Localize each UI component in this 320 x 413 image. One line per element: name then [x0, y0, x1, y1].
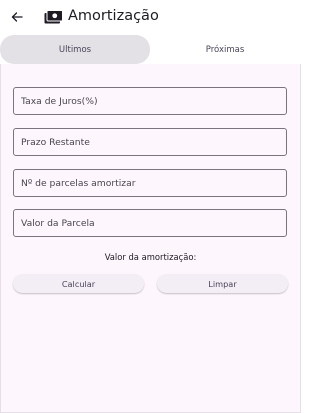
money-icon [44, 10, 63, 24]
interest-rate-field [13, 87, 287, 115]
installment-value-field [13, 209, 287, 237]
arrow-left-icon [11, 12, 23, 22]
amortization-form: Valor da amortização: Calcular Limpar [0, 64, 301, 413]
tab-ultimos[interactable]: Ultimos [0, 35, 150, 64]
installments-input[interactable] [14, 170, 286, 196]
interest-rate-input[interactable] [14, 88, 286, 114]
remaining-term-field [13, 128, 287, 156]
remaining-term-input[interactable] [14, 129, 286, 155]
page-title: Amortização [68, 8, 159, 24]
amortization-result-label: Valor da amortização: [104, 252, 197, 262]
calculate-button[interactable]: Calcular [13, 274, 144, 293]
back-button[interactable] [10, 10, 24, 24]
installment-value-input[interactable] [14, 210, 286, 236]
installments-field [13, 169, 287, 197]
tab-bar: Ultimos Próximas [0, 35, 300, 64]
clear-button[interactable]: Limpar [157, 274, 288, 293]
app-bar: Amortização [0, 0, 300, 35]
tab-proximas[interactable]: Próximas [150, 35, 300, 64]
